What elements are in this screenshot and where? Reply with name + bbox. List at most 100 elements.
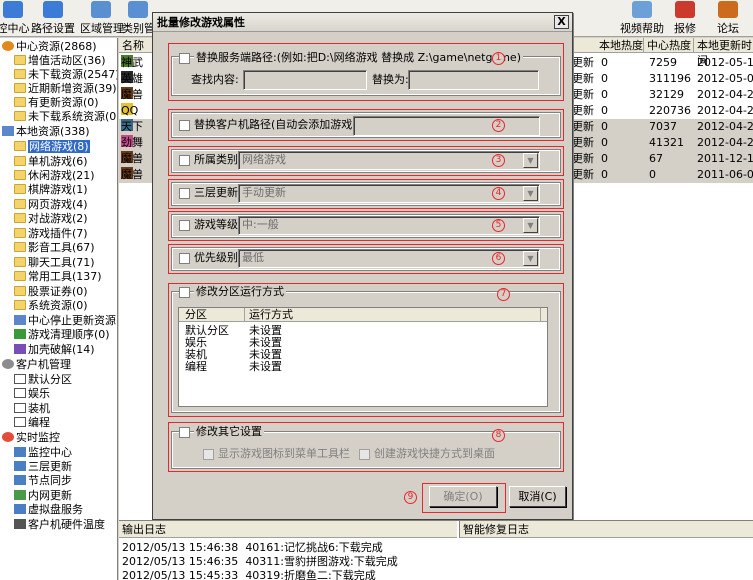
tree-node-label: 编程 <box>28 416 50 429</box>
tree-node[interactable]: 节点同步 <box>14 474 72 488</box>
col-update-time[interactable]: 本地更新时间 <box>694 38 753 67</box>
toolbar-category-manage[interactable]: 类别管 <box>122 0 155 37</box>
folder-icon <box>14 300 26 310</box>
tree-node[interactable]: 未下载系统资源(0) <box>14 110 117 124</box>
col-center-heat[interactable]: 中心热度 <box>644 38 694 53</box>
tree-node[interactable]: 近期新增资源(39) <box>14 82 117 96</box>
output-log-title[interactable]: 输出日志 <box>119 521 457 538</box>
tree-node[interactable]: 客户机硬件温度 <box>14 518 105 532</box>
folder-icon <box>14 184 26 194</box>
tree-node[interactable]: 编程 <box>14 416 50 430</box>
row-center: 311196 <box>649 72 691 85</box>
show-icon-checkbox[interactable] <box>203 449 214 460</box>
annotation-number: 9 <box>404 491 417 504</box>
col-run-mode[interactable]: 运行方式 <box>249 308 541 322</box>
row-date: 2012-05-06 1 <box>697 72 753 85</box>
category-checkbox[interactable] <box>179 155 190 166</box>
tree-node[interactable]: 对战游戏(2) <box>14 212 88 226</box>
tree-node[interactable]: 休闲游戏(21) <box>14 169 95 183</box>
tree-node-label: 对战游戏(2) <box>28 212 88 225</box>
tree-node[interactable]: 影音工具(67) <box>14 241 95 255</box>
tree-node[interactable]: 三层更新 <box>14 460 72 474</box>
tree-node[interactable]: 虚拟盘服务 <box>14 503 83 517</box>
replace-client-checkbox[interactable] <box>179 120 190 131</box>
tree-node[interactable]: 监控中心 <box>14 446 72 460</box>
folder-icon <box>14 170 26 180</box>
video-help-icon <box>632 1 652 18</box>
row-center: 41321 <box>649 136 684 149</box>
tree-node[interactable]: 有更新资源(0) <box>14 96 99 110</box>
toolbar-path-settings[interactable]: 路径设置 <box>30 0 76 37</box>
row-center: 67 <box>649 152 663 165</box>
replace-server-checkbox[interactable] <box>179 53 190 64</box>
folder-icon <box>14 156 26 166</box>
tree-node[interactable]: 增值活动区(36) <box>14 54 106 68</box>
tree-node[interactable]: 默认分区 <box>14 373 72 387</box>
repair-log-title[interactable]: 智能修复日志 <box>459 521 753 538</box>
tree-node[interactable]: 娱乐 <box>14 387 50 401</box>
row-status: 更新 <box>572 136 594 149</box>
toolbar-label: 论坛 <box>717 22 739 35</box>
partition-table-header: 分区 运行方式 <box>179 308 547 322</box>
tree-node[interactable]: 股票证券(0) <box>14 285 88 299</box>
ok-button[interactable]: 确定(O) <box>429 486 497 507</box>
tree-node[interactable]: 中心资源(2868) <box>2 40 97 54</box>
toolbar-video-help[interactable]: 视频帮助 <box>619 0 665 37</box>
tree-node[interactable]: 单机游戏(6) <box>14 155 88 169</box>
cancel-button[interactable]: 取消(C) <box>509 486 566 507</box>
tree-node[interactable]: 聊天工具(71) <box>14 256 95 270</box>
tree-node[interactable]: 中心停止更新资源(0 <box>14 314 117 328</box>
forum-icon <box>718 1 738 18</box>
tree-node-selected[interactable]: 网络游戏(8) <box>14 140 90 154</box>
three-layer-select-value: 手动更新 <box>242 186 286 199</box>
col-partition[interactable]: 分区 <box>185 308 245 322</box>
log-message: 40161:记忆挑战6:下载完成 <box>245 541 383 554</box>
tree-node[interactable]: 本地资源(338) <box>2 125 90 139</box>
row-status: 更新 <box>572 152 594 165</box>
center-resource-icon <box>2 41 14 51</box>
folder-icon <box>14 228 26 238</box>
tree-node-label: 内网更新 <box>28 489 72 502</box>
three-layer-checkbox[interactable] <box>179 188 190 199</box>
tree-node[interactable]: 系统资源(0) <box>14 299 88 313</box>
close-icon[interactable]: X <box>554 15 569 29</box>
clean-order-icon <box>14 329 26 339</box>
partition-row-name[interactable]: 编程 <box>185 360 207 374</box>
client-path-input[interactable] <box>353 116 540 136</box>
row-local: 0 <box>601 168 608 181</box>
tree-node[interactable]: 内网更新 <box>14 489 72 503</box>
tree-node[interactable]: 加壳破解(14) <box>14 343 95 357</box>
other-settings-checkbox[interactable] <box>179 427 190 438</box>
toolbar-repair-report[interactable]: 报修 <box>669 0 701 37</box>
row-local: 0 <box>601 56 608 69</box>
dropdown-arrow-icon: ▼ <box>523 186 538 201</box>
toolbar-forum[interactable]: 论坛 <box>712 0 744 37</box>
tree-node[interactable]: 未下载资源(2547) <box>14 68 118 82</box>
toolbar-control-center[interactable]: 控中心 <box>0 0 30 37</box>
create-shortcut-checkbox[interactable] <box>359 449 370 460</box>
tree-node[interactable]: 网页游戏(4) <box>14 198 88 212</box>
tree-node[interactable]: 客户机管理 <box>2 358 71 372</box>
tree-node-label: 客户机管理 <box>16 358 71 371</box>
replace-input[interactable] <box>408 70 539 90</box>
partition-icon <box>14 417 26 427</box>
tree-node-label: 未下载资源(2547) <box>28 68 118 81</box>
tree-node[interactable]: 装机 <box>14 402 50 416</box>
toolbar-region-manage[interactable]: 区域管理 <box>80 0 124 37</box>
stop-update-icon <box>14 315 26 325</box>
tree-node[interactable]: 游戏插件(7) <box>14 227 88 241</box>
virtual-disk-icon <box>14 504 26 514</box>
row-date: 2012-04-27 0 <box>697 104 753 117</box>
tree-node[interactable]: 常用工具(137) <box>14 270 102 284</box>
folder-icon <box>14 83 26 93</box>
tree-node[interactable]: 游戏清理顺序(0) <box>14 328 110 342</box>
row-status: 更新 <box>572 104 594 117</box>
partition-checkbox[interactable] <box>179 287 190 298</box>
tree-node[interactable]: 实时监控 <box>2 431 60 445</box>
col-local-heat[interactable]: 本地热度 <box>596 38 644 53</box>
find-input[interactable] <box>243 70 367 90</box>
tree-node[interactable]: 棋牌游戏(1) <box>14 183 88 197</box>
game-level-checkbox[interactable] <box>179 220 190 231</box>
priority-checkbox[interactable] <box>179 253 190 264</box>
annotation-number: 1 <box>492 52 505 65</box>
